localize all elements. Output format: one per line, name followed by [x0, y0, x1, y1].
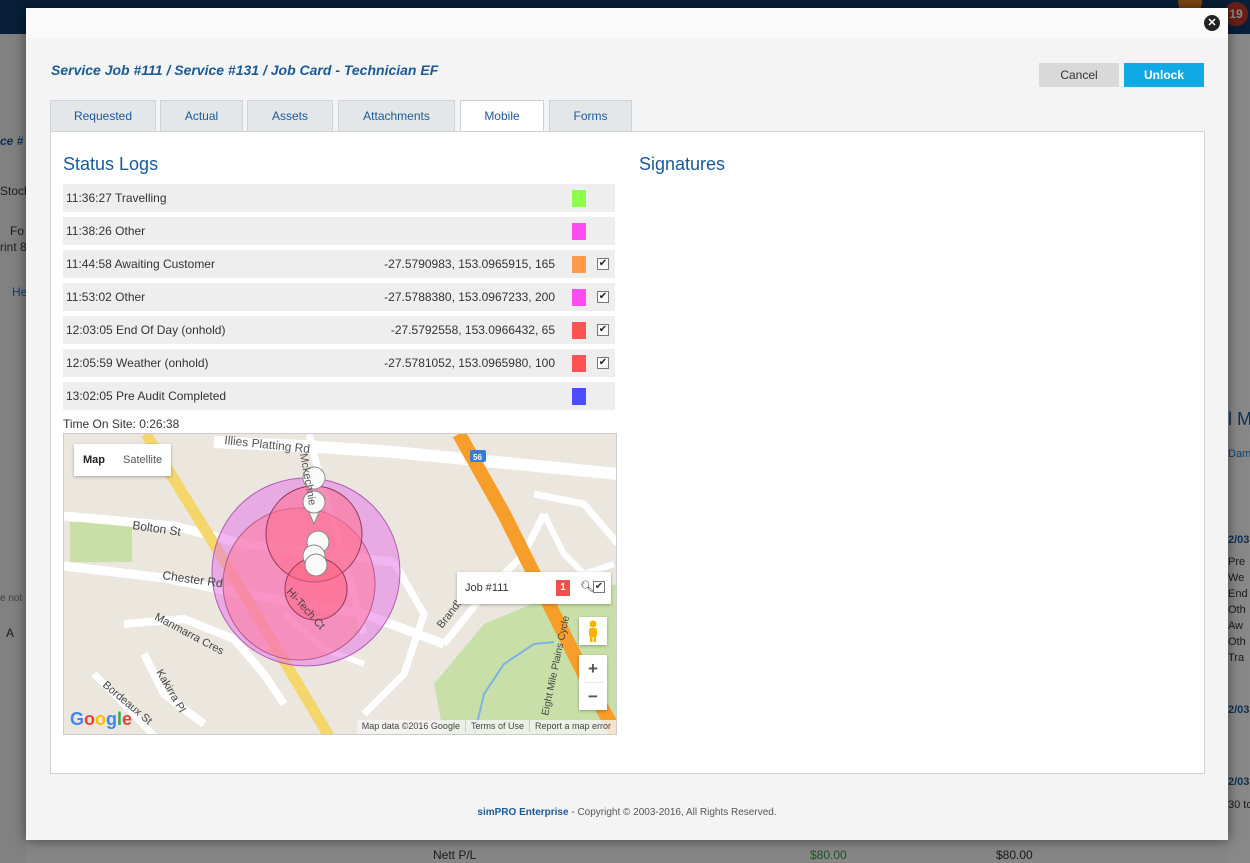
map-type-satellite-button[interactable]: Satellite	[114, 444, 171, 476]
status-log-row: 11:36:27 Travelling	[63, 184, 615, 212]
status-log-coords: -27.5790983, 153.0965915, 165	[384, 257, 555, 271]
job-card-modal: ✕ Service Job #111 / Service #131 / Job …	[26, 8, 1228, 840]
status-log-label: 11:53:02 Other	[66, 290, 146, 304]
tab-assets[interactable]: Assets	[247, 100, 333, 132]
close-icon[interactable]: ✕	[1204, 15, 1220, 31]
mobile-tab-panel: Status Logs Signatures 11:36:27 Travelli…	[50, 131, 1205, 774]
show-on-map-checkbox[interactable]: ✔	[597, 258, 609, 270]
job-legend: Job #111 1 🔍︎ ✔	[457, 572, 611, 604]
tab-mobile[interactable]: Mobile	[460, 100, 544, 133]
status-log-row: 13:02:05 Pre Audit Completed	[63, 382, 615, 410]
status-color-swatch	[572, 289, 586, 306]
status-color-swatch	[572, 190, 586, 207]
tab-attachments[interactable]: Attachments	[338, 100, 455, 132]
street-view-pegman-icon[interactable]	[579, 617, 607, 645]
signatures-heading: Signatures	[639, 154, 726, 174]
modal-footer: simPRO Enterprise - Copyright © 2003-201…	[26, 807, 1228, 818]
job-legend-label: Job #111	[465, 582, 509, 594]
zoom-control: + −	[579, 655, 607, 710]
show-on-map-checkbox[interactable]: ✔	[597, 324, 609, 336]
status-color-swatch	[572, 256, 586, 273]
status-color-swatch	[572, 223, 586, 240]
show-on-map-checkbox[interactable]: ✔	[597, 357, 609, 369]
status-log-row: 12:03:05 End Of Day (onhold) -27.5792558…	[63, 316, 615, 344]
footer-brand: simPRO Enterprise	[477, 807, 569, 818]
footer-copyright: - Copyright © 2003-2016, All Rights Rese…	[568, 807, 777, 818]
search-icon[interactable]: 🔍︎	[580, 580, 594, 593]
job-legend-count: 1	[556, 580, 570, 596]
time-on-site: Time On Site: 0:26:38	[63, 417, 180, 431]
status-log-coords: -27.5781052, 153.0965980, 100	[384, 356, 555, 370]
map-type-control: Map Satellite	[74, 444, 172, 476]
google-logo: Google	[70, 709, 133, 729]
map-type-map-button[interactable]: Map	[74, 444, 114, 476]
status-color-swatch	[572, 355, 586, 372]
report-map-error-link[interactable]: Report a map error	[530, 720, 616, 732]
status-log-coords: -27.5792558, 153.0966432, 65	[390, 323, 555, 337]
location-map[interactable]: Illies Platting Rd Mckechnie Bolton St C…	[63, 433, 617, 735]
zoom-out-button[interactable]: −	[579, 683, 607, 710]
modal-title: Service Job #111 / Service #131 / Job Ca…	[51, 62, 439, 78]
status-log-label: 11:44:58 Awaiting Customer	[66, 257, 215, 271]
status-logs-heading: Status Logs	[63, 154, 159, 174]
map-attribution: Map data ©2016 Google Terms of Use Report …	[356, 720, 616, 734]
status-log-label: 13:02:05 Pre Audit Completed	[66, 389, 227, 403]
status-log-coords: -27.5788380, 153.0967233, 200	[384, 290, 555, 304]
job-visible-checkbox[interactable]: ✔	[593, 581, 605, 593]
terms-of-use-link[interactable]: Terms of Use	[466, 720, 530, 732]
status-color-swatch	[572, 322, 586, 339]
map-data-credit: Map data ©2016 Google	[357, 720, 466, 732]
status-log-row: 11:38:26 Other	[63, 217, 615, 245]
status-log-row: 12:05:59 Weather (onhold) -27.5781052, 1…	[63, 349, 615, 377]
show-on-map-checkbox[interactable]: ✔	[597, 291, 609, 303]
zoom-in-button[interactable]: +	[579, 655, 607, 682]
tab-requested[interactable]: Requested	[50, 100, 156, 132]
status-log-label: 11:38:26 Other	[66, 224, 146, 238]
tab-forms[interactable]: Forms	[549, 100, 632, 132]
tab-actual[interactable]: Actual	[160, 100, 243, 132]
status-log-label: 12:03:05 End Of Day (onhold)	[66, 323, 226, 337]
unlock-button[interactable]: Unlock	[1124, 63, 1204, 87]
cancel-button[interactable]: Cancel	[1039, 63, 1119, 87]
modal-top-band	[26, 8, 1228, 38]
status-log-label: 12:05:59 Weather (onhold)	[66, 356, 209, 370]
status-log-row: 11:44:58 Awaiting Customer -27.5790983, …	[63, 250, 615, 278]
status-color-swatch	[572, 388, 586, 405]
status-log-row: 11:53:02 Other -27.5788380, 153.0967233,…	[63, 283, 615, 311]
status-log-label: 11:36:27 Travelling	[66, 191, 167, 205]
map-route-badge: 56	[473, 453, 482, 462]
